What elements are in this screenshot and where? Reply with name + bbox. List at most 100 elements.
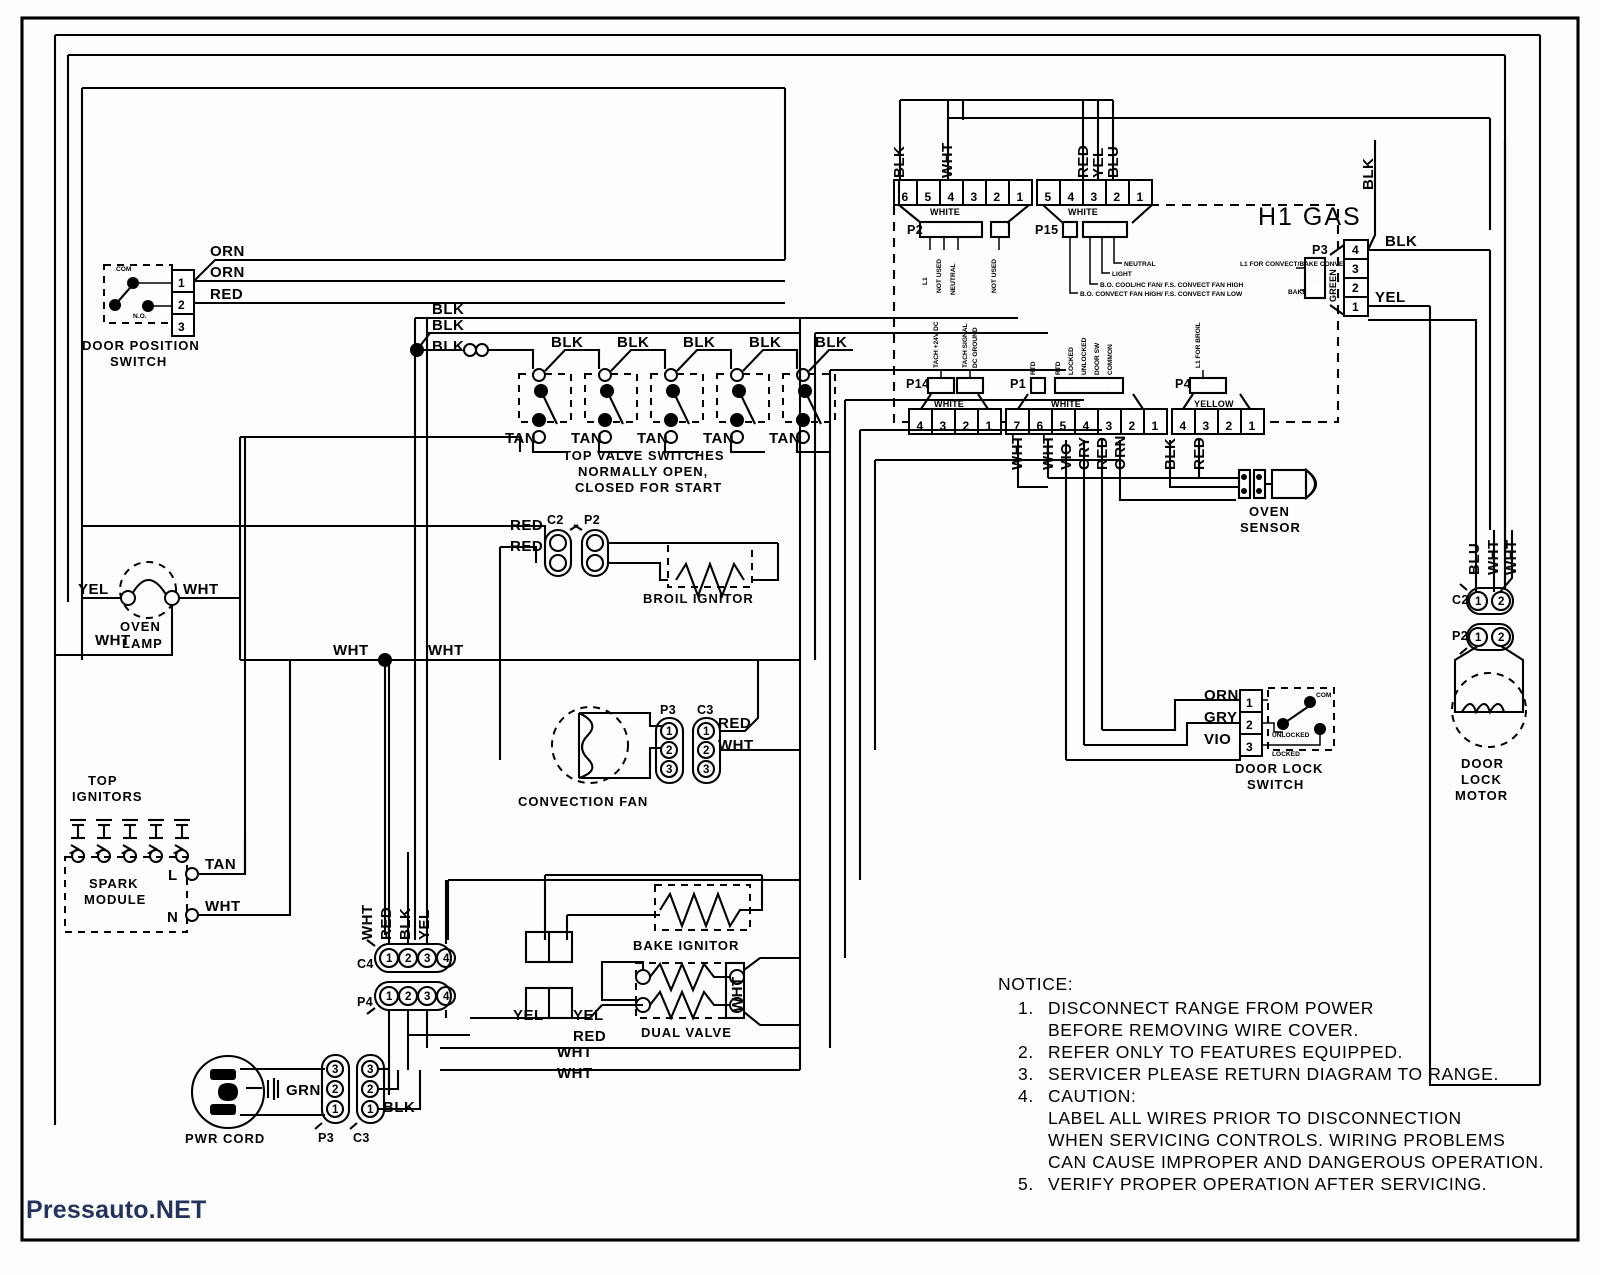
- dls-com-label: COM: [1316, 692, 1332, 699]
- header-pin-number: 3: [971, 190, 978, 204]
- connector-P3-board[interactable]: P3 GREEN L1 FOR CONVECT/BAKE CONVECT BAK…: [1240, 140, 1540, 1087]
- P2-pinlabel-l1: L1: [922, 277, 929, 285]
- p4-pin-2: 2: [405, 991, 411, 1003]
- main-bus-wires: [53, 33, 1542, 1125]
- top-ignitor-symbol: [172, 818, 190, 863]
- P15-pinlabel-1: B.O. CONVECT FAN HIGH/ F.S. CONVECT FAN …: [1080, 291, 1243, 298]
- P3b-pinlabel-l1convect: L1 FOR CONVECT/BAKE CONVECT: [1240, 261, 1352, 268]
- P3b-hdr-pin-1: 1: [1352, 300, 1359, 314]
- notice-item-number: 3.: [1018, 1064, 1034, 1084]
- P2-wire-blk: BLK: [891, 146, 908, 178]
- notice-item-line: DISCONNECT RANGE FROM POWER: [1048, 998, 1374, 1018]
- door-lock-switch[interactable]: ORN GRY VIO 1 2 3 COM UNLOCKED LOCKED DO…: [1066, 687, 1335, 792]
- connector-P4-board[interactable]: 4 3 2 1 YELLOW P4 L1 FOR BROIL: [1171, 322, 1265, 435]
- p4-pin-3: 3: [424, 991, 430, 1003]
- top-ignitor-symbol: [94, 818, 112, 863]
- convfan-wht: WHT: [718, 737, 754, 754]
- c4-wire-blk: BLK: [397, 908, 414, 940]
- P1-pinlabel-unlocked: UNLOCKED: [1081, 337, 1088, 375]
- pwrcord-p3-pin3: 3: [332, 1064, 338, 1076]
- mid-rail-wht-1: WHT: [333, 642, 369, 659]
- P15-pinlabel-light: LIGHT: [1112, 271, 1132, 278]
- top-ignitors-caption-2: IGNITORS: [72, 789, 143, 804]
- P1-id: P1: [1010, 377, 1026, 391]
- spark-module-terminal-n: N: [167, 909, 178, 926]
- notice-item-line: SERVICER PLEASE RETURN DIAGRAM TO RANGE.: [1048, 1064, 1499, 1084]
- convfan-c3-pin3: 3: [703, 764, 709, 776]
- header-pin-number: 5: [1045, 190, 1052, 204]
- oven-lamp-caption-1: OVEN: [120, 619, 161, 634]
- top-ignitors-caption-1: TOP: [88, 773, 118, 788]
- door-switch-no-label: N.O.: [133, 313, 147, 320]
- notice-item-number: 1.: [1018, 998, 1034, 1018]
- oven-lamp-wht: WHT: [183, 581, 219, 598]
- dps-wire-orn-1: ORN: [210, 243, 245, 260]
- c4-wire-yel: YEL: [416, 909, 433, 940]
- header-pin-number: 1: [1249, 419, 1256, 433]
- bake-ignitor: BAKE IGNITOR: [446, 873, 800, 1020]
- convection-fan: P3 C3 1 2 3 1 2 3 RED WHT CONVECTION FAN: [518, 660, 800, 809]
- dls-unlocked-label: UNLOCKED: [1272, 732, 1310, 739]
- board-title: H1 GAS: [1258, 203, 1362, 231]
- notice-item-number: 4.: [1018, 1086, 1034, 1106]
- dlm-c2-pin1: 1: [1475, 596, 1482, 608]
- convfan-p3-pin1: 1: [666, 726, 673, 738]
- door-lock-motor: BLU WHT WHT C2 1 2 P2 1 2 DOOR LOCK MOTO…: [1451, 530, 1527, 803]
- c4-pin-3: 3: [424, 953, 430, 965]
- wiring-diagram-page: COM N.O. 1 2 3 DOOR POSITION SWITCH ORN …: [0, 0, 1600, 1275]
- convfan-p3-label: P3: [660, 703, 676, 717]
- left-board-bundle: [798, 316, 1120, 1070]
- P1-pinlabel-common: COMMON: [1107, 344, 1114, 375]
- oven-sensor-caption-1: OVEN: [1249, 504, 1290, 519]
- P14-id: P14: [906, 377, 929, 391]
- P3b-hdr-pin-3: 3: [1352, 262, 1359, 276]
- P2-pinlabel-neutral: NEUTRAL: [950, 263, 957, 295]
- connector-P2[interactable]: 654321 WHITE P2 L1 NOT USED NEUTRAL NOT …: [891, 142, 1033, 295]
- P2-pinlabel-notused-1: NOT USED: [936, 259, 943, 293]
- diagram-canvas: COM N.O. 1 2 3 DOOR POSITION SWITCH ORN …: [20, 16, 1580, 1242]
- P2-wire-wht: WHT: [939, 142, 956, 178]
- connector-P15[interactable]: 5 4 3 2 1 WHITE P15 B.O. CONVECT FAN HIGH/ F…: [1035, 145, 1243, 298]
- tvs-top-wire: BLK: [749, 334, 781, 351]
- connector-P1[interactable]: 7654321 WHITE P1 RTD RTD LOCKED UNLOCKED…: [1005, 337, 1168, 435]
- c4-label: C4: [357, 957, 374, 971]
- bake-ignitor-caption: BAKE IGNITOR: [633, 938, 739, 953]
- top-ignitor-symbol: [146, 818, 164, 863]
- p4-pin-1: 1: [386, 991, 393, 1003]
- P3b-color-label: GREEN: [1328, 269, 1338, 302]
- tvs-top-wire: BLK: [617, 334, 649, 351]
- convfan-c3-label: C3: [697, 703, 714, 717]
- tvs-feed-blk-3: BLK: [432, 338, 464, 355]
- header-pin-number: 2: [1129, 419, 1136, 433]
- oven-lamp-caption-2: LAMP: [122, 636, 163, 651]
- tvs-bottom-wire: TAN: [571, 430, 602, 447]
- dlm-p2-pin2: 2: [1498, 632, 1504, 644]
- top-ignitor-symbol: [68, 818, 86, 863]
- top-valve-switches[interactable]: BLK BLK BLK BLK TAN BLK TAN BLK TAN BLK TAN BLK T…: [238, 301, 853, 660]
- tvs-top-wire: BLK: [815, 334, 847, 351]
- P15-id: P15: [1035, 223, 1058, 237]
- convfan-p3-pin2: 2: [666, 745, 672, 757]
- dlm-p2-pin1: 1: [1475, 632, 1482, 644]
- P15-pinlabel-neutral: NEUTRAL: [1124, 261, 1156, 268]
- header-pin-number: 1: [1017, 190, 1024, 204]
- c4-p4-connectors: C4 1 2 3 4 P4 1 2 3 4 WHT RED BLK YEL: [357, 318, 470, 1095]
- P3b-hdr-pin-2: 2: [1352, 281, 1359, 295]
- connector-P14[interactable]: 4321 WHITE P14 TACH +24V DC TACH SIGNAL …: [906, 321, 1002, 435]
- P3b-id: P3: [1312, 243, 1328, 257]
- c4-wire-wht: WHT: [359, 904, 376, 940]
- dps-wire-orn-2: ORN: [210, 264, 245, 281]
- notice-item-number: 5.: [1018, 1174, 1034, 1194]
- pwrcord-c3-pin2: 2: [367, 1084, 373, 1096]
- convection-fan-caption: CONVECTION FAN: [518, 794, 648, 809]
- P1-pinlabel-rtd-1: RTD: [1030, 361, 1037, 375]
- header-pin-number: 4: [948, 190, 955, 204]
- header-pin-number: 2: [1114, 190, 1121, 204]
- dps-wire-red: RED: [210, 286, 243, 303]
- pwrcord-p3-label: P3: [318, 1131, 334, 1145]
- broil-c2-label: C2: [547, 513, 564, 527]
- convfan-c3-pin2: 2: [703, 745, 709, 757]
- pwrcord-p3-pin1: 1: [332, 1104, 339, 1116]
- notice-item-line: BEFORE REMOVING WIRE COVER.: [1048, 1020, 1359, 1040]
- P1-pinlabel-locked: LOCKED: [1068, 347, 1075, 375]
